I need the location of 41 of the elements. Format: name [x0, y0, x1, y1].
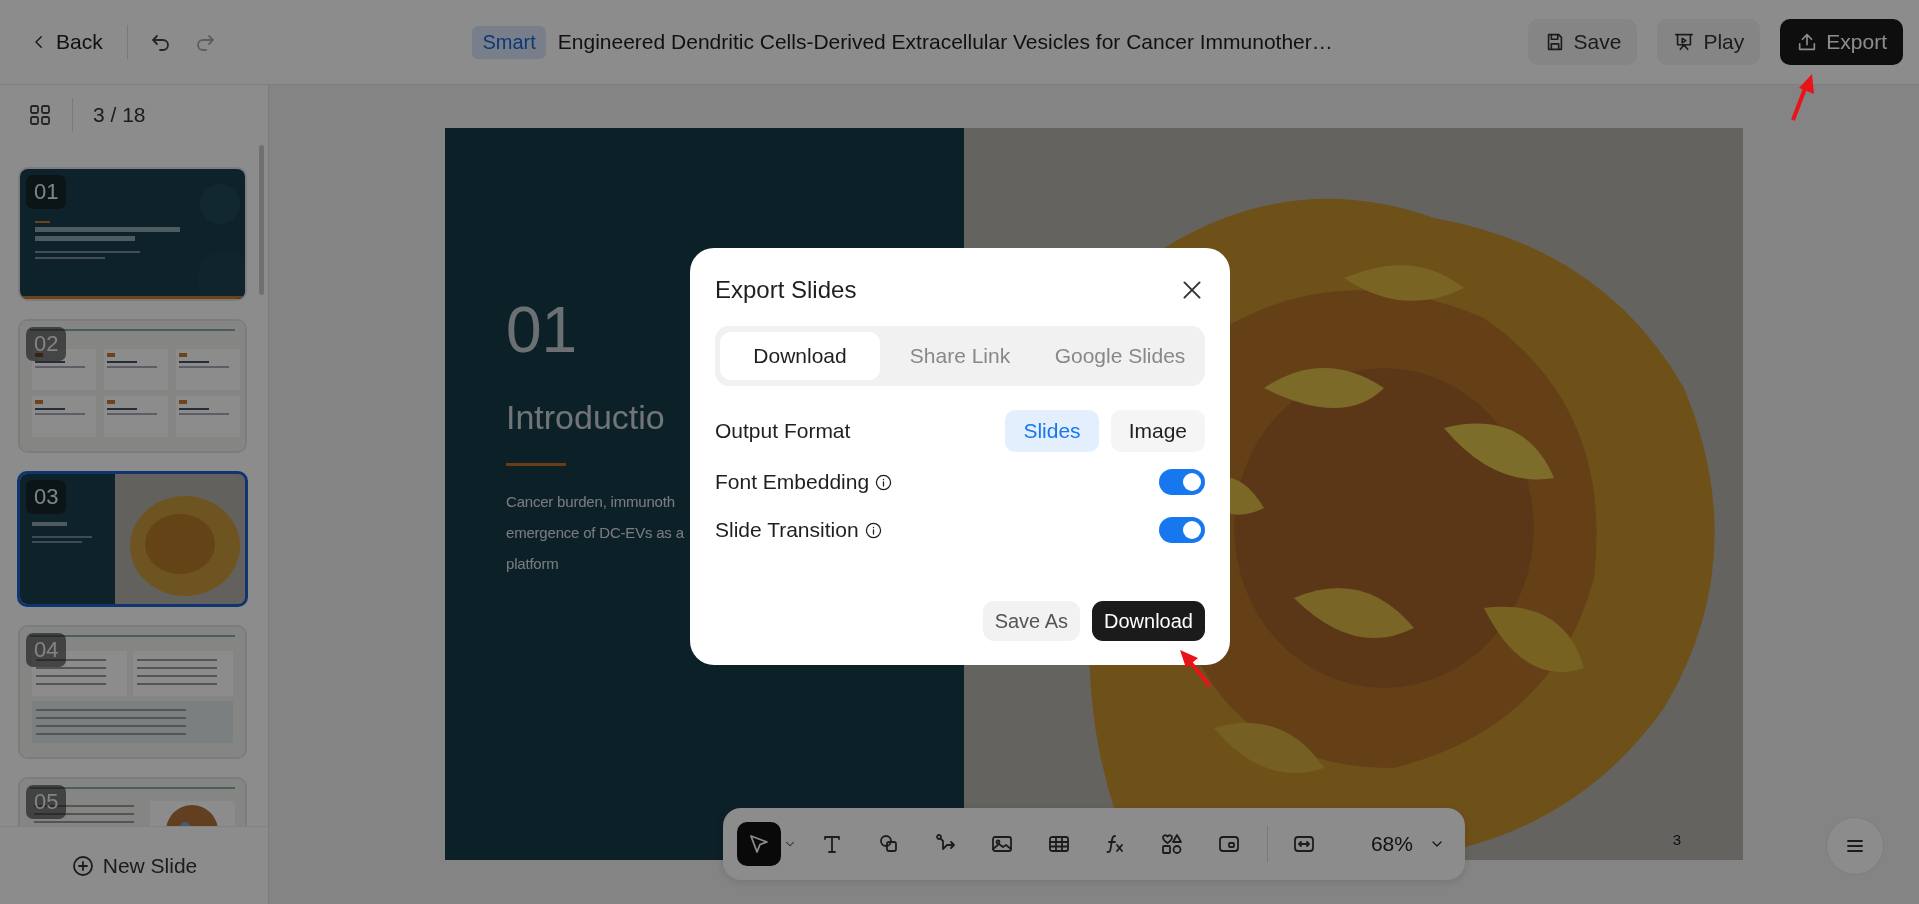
setting-label: Font Embedding: [715, 470, 870, 494]
select-tool[interactable]: [737, 822, 781, 866]
slide-thumbnail[interactable]: 01: [18, 167, 247, 301]
output-format-label: Output Format: [715, 419, 851, 443]
save-as-button[interactable]: Save As: [982, 601, 1081, 641]
annotation-arrow: [1178, 648, 1214, 690]
shape-library-icon: [1159, 832, 1184, 856]
slide-thumbnail[interactable]: 05: [18, 777, 247, 826]
slide-text-line: Cancer burden, immunoth: [506, 492, 675, 512]
page-number: 3: [1672, 831, 1681, 848]
info-icon: [864, 521, 882, 539]
slide-thumbnail[interactable]: 03: [17, 471, 248, 607]
slide-heading: Introductio: [506, 398, 665, 437]
section-number: 01: [506, 298, 578, 362]
page-counter: 3 / 18: [93, 103, 146, 127]
tab[interactable]: Google Slides: [1040, 332, 1200, 380]
tab[interactable]: Download: [720, 332, 880, 380]
slide-thumbnail[interactable]: 04: [18, 625, 247, 759]
save-button[interactable]: Save: [1527, 19, 1638, 65]
zoom-dropdown[interactable]: 68%: [1364, 831, 1451, 857]
grid-view-icon: [28, 103, 52, 127]
tab[interactable]: Share Link: [880, 332, 1040, 380]
toggle-switch[interactable]: [1159, 469, 1205, 495]
back-button[interactable]: Back: [26, 26, 107, 58]
smart-badge: Smart: [472, 25, 546, 59]
scrollbar[interactable]: [259, 145, 264, 295]
export-button[interactable]: Export: [1780, 19, 1903, 65]
slide-thumbnail[interactable]: 02: [18, 319, 247, 453]
slide-text-line: platform: [506, 554, 559, 574]
setting-label: Slide Transition: [715, 518, 859, 542]
play-button[interactable]: Play: [1657, 19, 1761, 65]
presentation-icon: [1673, 31, 1696, 53]
slide-text-line: emergence of DC-EVs as a: [506, 523, 684, 543]
download-button[interactable]: Download: [1092, 601, 1205, 641]
plus-circle-icon: [70, 853, 95, 878]
document-title: Engineered Dendritic Cells-Derived Extracellular Vesicles for Cancer Immunother…: [557, 30, 1333, 54]
format-option[interactable]: Image: [1110, 410, 1205, 452]
info-icon: [875, 473, 893, 491]
toggle-switch[interactable]: [1159, 517, 1205, 543]
dialog-title: Export Slides: [715, 276, 857, 304]
format-option[interactable]: Slides: [1005, 410, 1099, 452]
